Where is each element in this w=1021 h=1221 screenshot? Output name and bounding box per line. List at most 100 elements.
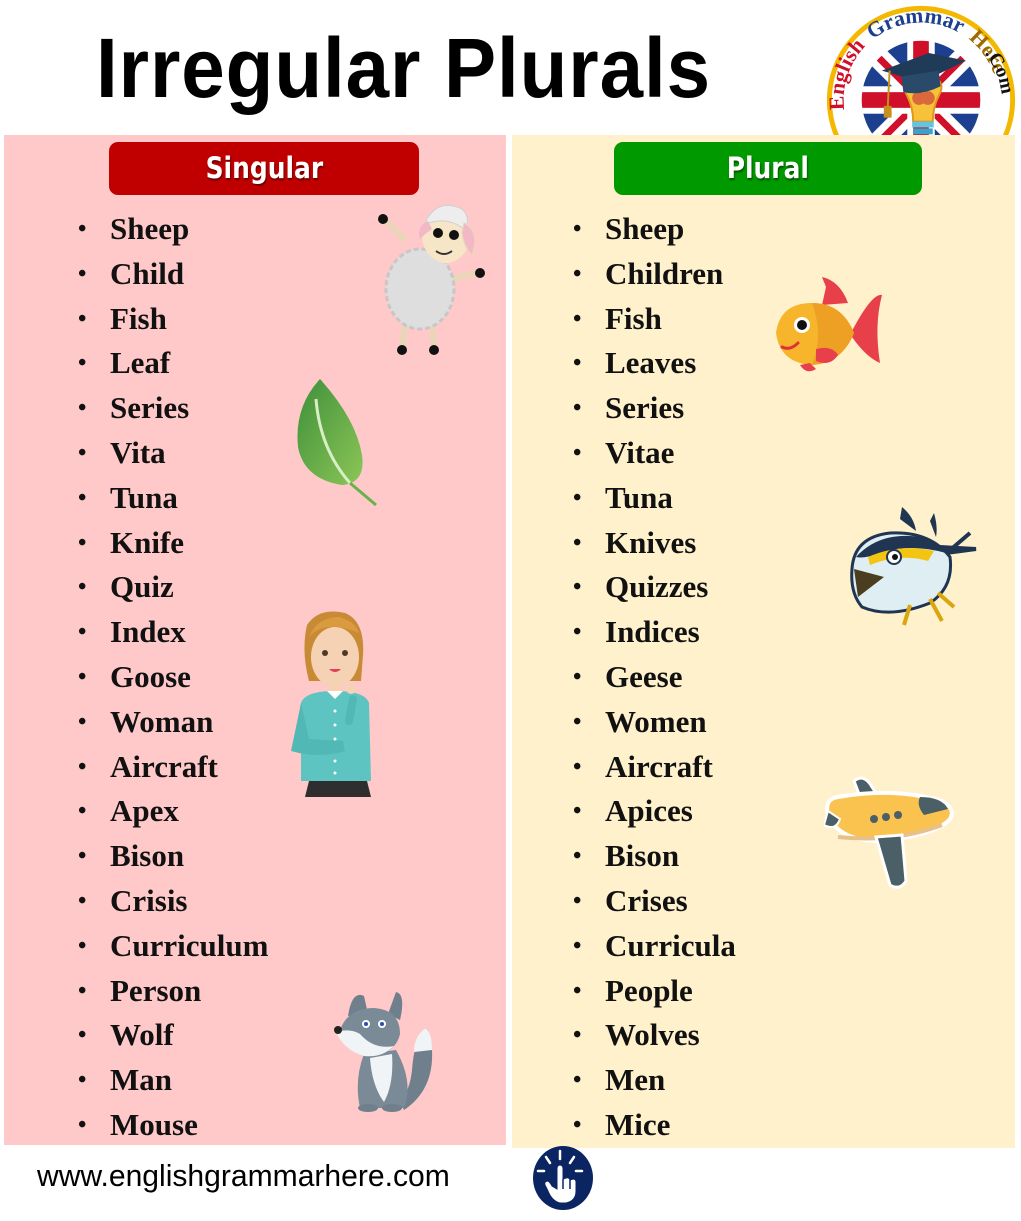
wolf-illustration [334, 992, 433, 1112]
singular-word-list: • Sheep • Child • Fish • Leaf • Series • Vita • Tuna •… [78, 207, 268, 1148]
plural-word: Apices [605, 793, 693, 829]
plural-list-item: • Mice [573, 1103, 736, 1148]
bullet-icon: • [573, 1022, 582, 1049]
singular-list-item: • Index [78, 610, 268, 655]
plural-word-list: • Sheep • Children • Fish • Leaves • Series • Vitae… [573, 207, 736, 1148]
bullet-icon: • [78, 350, 87, 377]
plural-word: Indices [605, 614, 700, 650]
singular-header: Singular [109, 142, 419, 195]
plural-list-item: • Quizzes [573, 565, 736, 610]
singular-word: Mouse [110, 1106, 198, 1142]
bullet-icon: • [573, 1067, 582, 1094]
plural-word: Geese [605, 658, 683, 694]
bullet-icon: • [573, 977, 582, 1004]
bullet-icon: • [78, 977, 87, 1004]
singular-word: Sheep [110, 211, 190, 246]
bullet-icon: • [78, 484, 87, 511]
bullet-icon: • [78, 619, 87, 646]
plural-list-item: • Sheep [573, 207, 736, 252]
singular-word: Person [110, 972, 202, 1008]
bullet-icon: • [78, 260, 87, 287]
singular-list-item: • Series [78, 386, 268, 431]
bullet-icon: • [78, 753, 87, 780]
plural-word: Women [605, 703, 707, 739]
singular-word: Woman [110, 703, 214, 739]
bullet-icon: • [573, 932, 582, 959]
plural-list-item: • Series [573, 386, 736, 431]
singular-word: Bison [110, 838, 185, 874]
singular-list-item: • Vita [78, 431, 268, 476]
plural-list-item: • Curricula [573, 924, 736, 969]
plural-list-item: • Crises [573, 879, 736, 924]
bullet-icon: • [78, 708, 87, 735]
bullet-icon: • [78, 395, 87, 422]
plural-list-item: • Aircraft [573, 745, 736, 790]
singular-list-item: • Goose [78, 655, 268, 700]
singular-word: Crisis [110, 882, 188, 918]
plural-header: Plural [614, 142, 922, 195]
bullet-icon: • [78, 1067, 87, 1094]
plural-list-item: • Fish [573, 297, 736, 342]
plural-word: Leaves [605, 345, 697, 381]
plural-word: Crises [605, 882, 688, 918]
plural-word: Mice [605, 1106, 671, 1142]
singular-list-item: • Quiz [78, 565, 268, 610]
bullet-icon: • [573, 798, 582, 825]
plural-word: Wolves [605, 1017, 700, 1053]
airplane-illustration [824, 776, 954, 889]
leaf-illustration [297, 379, 377, 507]
singular-panel: Singular • Sheep • Child • Fish • Leaf • Series • V… [4, 135, 506, 1145]
plural-list-item: • Children [573, 252, 736, 297]
plural-word: Series [605, 390, 685, 426]
bullet-icon: • [573, 350, 582, 377]
plural-word: People [605, 972, 693, 1008]
pointing-hand-icon[interactable] [530, 1145, 596, 1211]
plural-list-item: • Wolves [573, 1013, 736, 1058]
bullet-icon: • [78, 1022, 87, 1049]
tuna-illustration [850, 507, 977, 626]
singular-list-item: • Tuna [78, 476, 268, 521]
plural-word: Children [605, 255, 724, 291]
bullet-icon: • [573, 260, 582, 287]
singular-list-item: • Leaf [78, 341, 268, 386]
plural-list-item: • Bison [573, 834, 736, 879]
singular-word: Man [110, 1062, 172, 1098]
bullet-icon: • [78, 305, 87, 332]
plural-word: Sheep [605, 211, 685, 246]
plural-list-item: • Leaves [573, 341, 736, 386]
singular-word: Knife [110, 524, 185, 560]
bullet-icon: • [78, 887, 87, 914]
singular-list-item: • Child [78, 252, 268, 297]
plural-word: Aircraft [605, 748, 713, 784]
plural-list-item: • Apices [573, 789, 736, 834]
singular-word: Aircraft [110, 748, 218, 784]
singular-word: Quiz [110, 569, 174, 605]
plural-list-item: • Women [573, 700, 736, 745]
singular-word: Leaf [110, 345, 171, 381]
plural-list-item: • Tuna [573, 476, 736, 521]
bullet-icon: • [573, 843, 582, 870]
bullet-icon: • [573, 529, 582, 556]
singular-word: Wolf [110, 1017, 174, 1053]
singular-list-item: • Wolf [78, 1013, 268, 1058]
singular-word: Fish [110, 300, 167, 336]
bullet-icon: • [78, 216, 87, 242]
singular-list-item: • Apex [78, 789, 268, 834]
singular-word: Tuna [110, 479, 178, 515]
plural-word: Men [605, 1062, 666, 1098]
plural-word: Curricula [605, 927, 736, 963]
footer-website-link[interactable]: www.englishgrammarhere.com [37, 1158, 450, 1194]
singular-list-item: • Sheep [78, 207, 268, 252]
bullet-icon: • [78, 574, 87, 601]
bullet-icon: • [573, 708, 582, 735]
singular-list-item: • Bison [78, 834, 268, 879]
plural-list-item: • Knives [573, 521, 736, 566]
plural-list-item: • Geese [573, 655, 736, 700]
singular-word: Index [110, 614, 186, 650]
plural-word: Fish [605, 300, 662, 336]
plural-list-item: • Indices [573, 610, 736, 655]
page-title: Irregular Plurals [96, 21, 711, 115]
singular-word: Apex [110, 793, 179, 829]
bullet-icon: • [573, 619, 582, 646]
bullet-icon: • [573, 484, 582, 511]
